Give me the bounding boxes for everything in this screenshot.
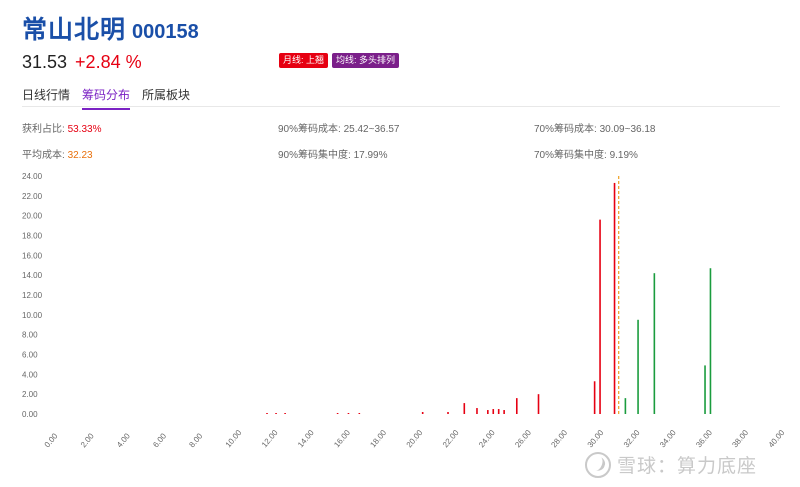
profit-chip-bar: [599, 219, 601, 414]
x-tick-label: 12.00: [260, 428, 280, 450]
x-tick-label: 10.00: [224, 428, 244, 450]
signal-badges: 月线: 上翘 均线: 多头排列: [279, 53, 400, 68]
profit-chip-bar: [476, 408, 478, 414]
current-price: 31.53: [22, 52, 68, 72]
x-tick-label: 40.00: [767, 428, 787, 450]
monthly-trend-badge: 月线: 上翘: [279, 53, 329, 68]
concentration-90: 90%筹码集中度: 17.99%: [278, 146, 388, 161]
profit-chip-bar: [275, 413, 277, 414]
cost-70: 70%筹码成本: 30.09~36.18: [534, 120, 655, 135]
profit-ratio: 获利占比: 53.33%: [22, 120, 101, 135]
x-tick-label: 4.00: [115, 431, 132, 449]
x-tick-label: 22.00: [441, 428, 461, 450]
tab-divider: [22, 106, 780, 107]
loss-chip-bar: [637, 319, 639, 414]
x-tick-label: 20.00: [405, 428, 425, 450]
profit-chip-bar: [266, 413, 268, 414]
y-tick-label: 18.00: [22, 232, 43, 241]
y-tick-label: 10.00: [22, 311, 43, 320]
chip-distribution-chart: 0.00 2.00 4.00 6.00 8.00 10.00 12.00 14.00 16.00…: [22, 172, 787, 450]
x-tick-label: 34.00: [658, 428, 678, 450]
average-cost: 平均成本: 32.23: [22, 146, 93, 161]
loss-chip-bar: [624, 398, 627, 414]
y-tick-label: 0.00: [22, 410, 38, 419]
profit-chip-bar: [503, 410, 505, 414]
stock-header: 常山北明 000158: [22, 10, 199, 46]
x-tick-label: 8.00: [187, 431, 204, 449]
y-tick-label: 16.00: [22, 251, 43, 260]
y-tick-label: 14.00: [22, 271, 43, 280]
y-tick-label: 2.00: [22, 390, 38, 399]
price-change: +2.84 %: [75, 52, 142, 72]
y-tick-label: 20.00: [22, 212, 43, 221]
x-tick-label: 6.00: [151, 431, 168, 449]
profit-ratio-value: 53.33%: [67, 124, 102, 135]
x-tick-label: 2.00: [79, 431, 96, 449]
profit-chip-bar: [358, 413, 361, 414]
x-tick-label: 32.00: [622, 428, 642, 450]
x-tick-label: 30.00: [586, 428, 606, 450]
profit-chip-bar: [487, 410, 489, 414]
cost-90-label: 90%筹码成本:: [278, 124, 341, 135]
loss-chip-bar: [709, 268, 712, 414]
y-tick-label: 8.00: [22, 331, 38, 340]
cost-90-value: 25.42~36.57: [343, 124, 400, 135]
profit-chip-bar: [515, 398, 518, 414]
stock-name: 常山北明: [22, 16, 127, 44]
profit-chip-bar: [347, 413, 350, 414]
y-tick-label: 4.00: [22, 370, 38, 379]
x-tick-label: 38.00: [730, 428, 750, 450]
cost-70-label: 70%筹码成本:: [534, 124, 597, 135]
y-tick-label: 22.00: [22, 192, 43, 201]
profit-chip-bar: [421, 412, 424, 414]
profit-chip-bar: [613, 182, 616, 414]
profit-chip-bar: [447, 412, 449, 414]
cost-70-value: 30.09~36.18: [599, 124, 656, 135]
x-tick-label: 26.00: [513, 428, 533, 450]
profit-chip-bar: [593, 381, 596, 414]
x-tick-label: 14.00: [296, 428, 316, 450]
loss-chip-bar: [653, 273, 656, 414]
profit-ratio-label: 获利占比:: [22, 124, 65, 135]
profit-chip-bar: [336, 413, 339, 414]
moving-average-badge: 均线: 多头排列: [332, 53, 400, 68]
quote-row: 31.53 +2.84 %: [22, 52, 142, 73]
profit-chip-bar: [492, 409, 495, 414]
x-tick-label: 36.00: [694, 428, 714, 450]
watermark-text: 雪球：算力底座: [617, 456, 758, 477]
watermark: 雪球：算力底座: [585, 451, 757, 478]
profit-chip-bar: [497, 409, 500, 414]
profit-chip-bar: [537, 394, 540, 414]
stock-code: 000158: [132, 21, 199, 43]
x-tick-label: 18.00: [368, 428, 388, 450]
profit-chip-bar: [463, 403, 466, 414]
x-tick-label: 16.00: [332, 428, 352, 450]
snowball-logo-icon: [585, 451, 611, 478]
x-tick-label: 24.00: [477, 428, 497, 450]
y-tick-label: 24.00: [22, 172, 43, 181]
y-tick-label: 6.00: [22, 351, 38, 360]
profit-chip-bar: [284, 413, 286, 414]
x-tick-label: 28.00: [549, 428, 569, 450]
cost-90: 90%筹码成本: 25.42~36.57: [278, 120, 399, 135]
concentration-70: 70%筹码集中度: 9.19%: [534, 146, 638, 161]
y-tick-label: 12.00: [22, 291, 43, 300]
loss-chip-bar: [704, 365, 706, 414]
x-tick-label: 0.00: [43, 431, 60, 449]
